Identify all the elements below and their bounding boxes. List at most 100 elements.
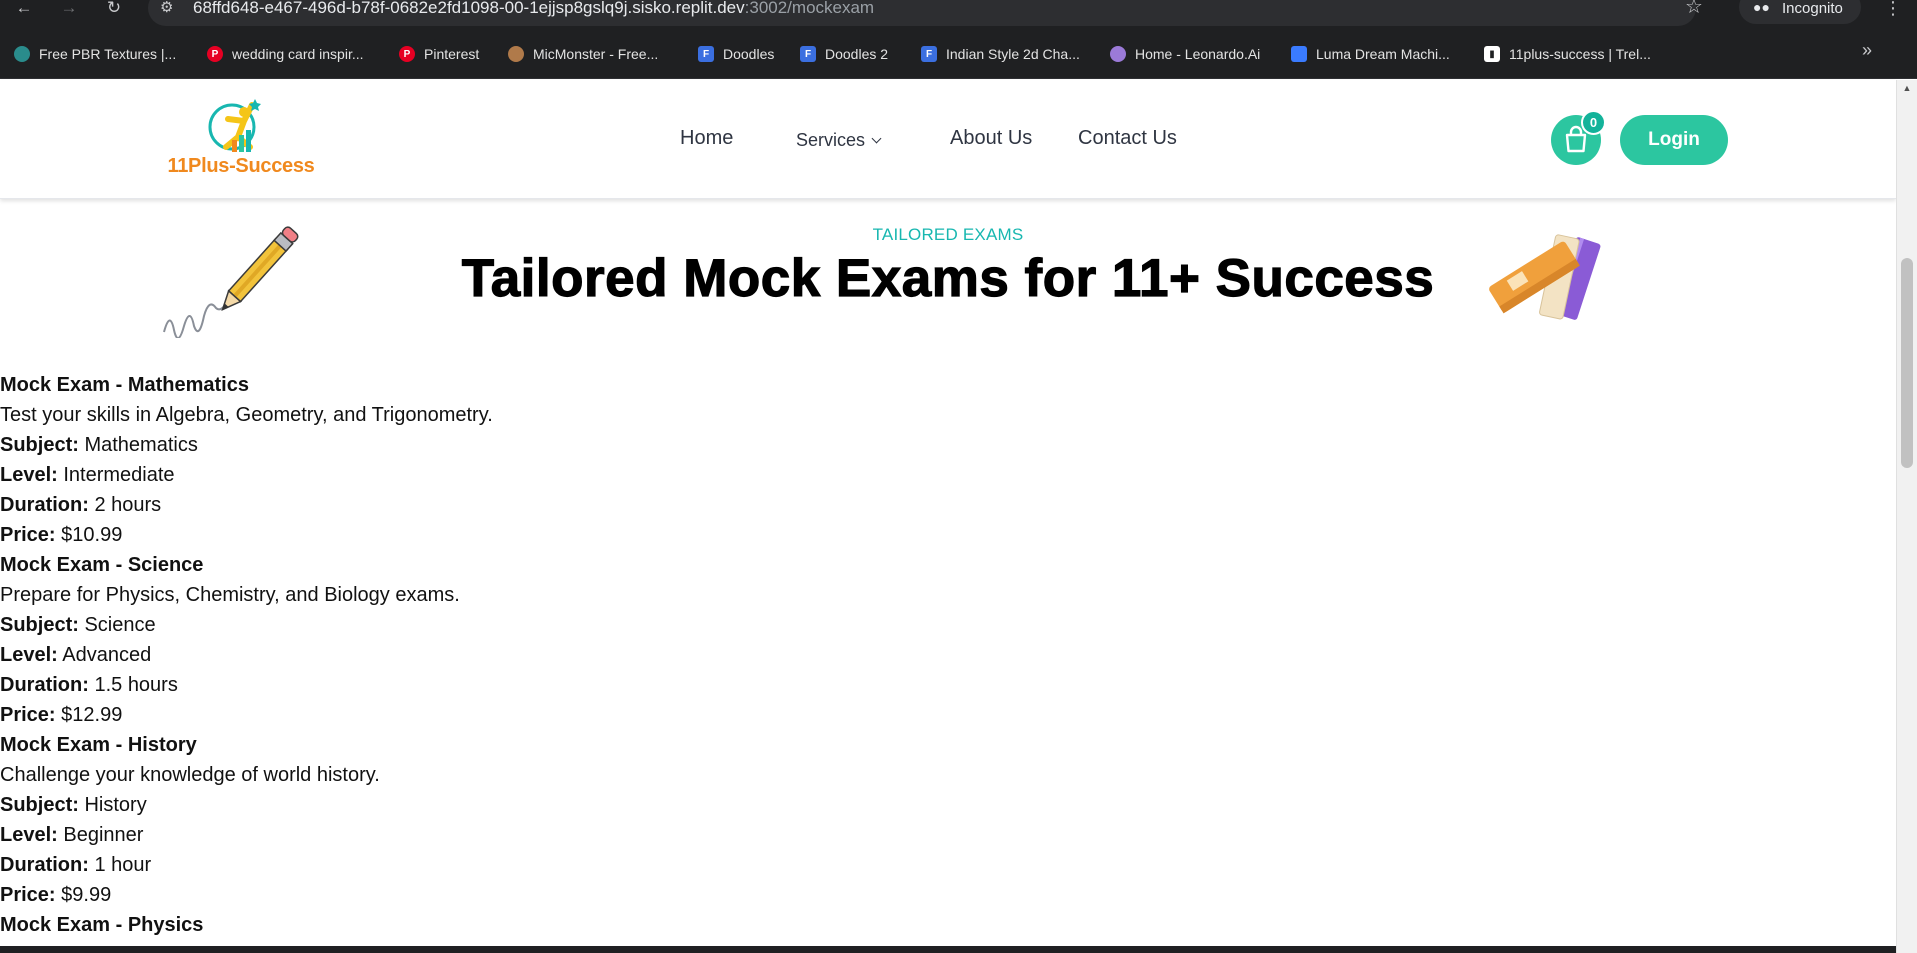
exam-card-history: Mock Exam - History Challenge your knowl… xyxy=(0,730,900,910)
bookmark-item[interactable]: Home - Leonardo.Ai xyxy=(1110,43,1260,65)
trello-icon: ▮ xyxy=(1484,46,1500,62)
bookmark-label: 11plus-success | Trel... xyxy=(1509,46,1651,62)
level-label: Level: xyxy=(0,824,58,846)
subject-value: Science xyxy=(84,614,156,636)
price-label: Price: xyxy=(0,704,56,726)
url-host: 68ffd648-e467-496d-b78f-0682e2fd1098-00-… xyxy=(193,0,745,17)
forward-arrow-icon[interactable]: → xyxy=(57,0,81,18)
level-label: Level: xyxy=(0,464,58,486)
exam-subject: Subject: Science xyxy=(0,610,900,640)
leonardo-icon xyxy=(1110,46,1126,62)
exam-title: Mock Exam - Mathematics xyxy=(0,374,249,396)
bookmark-item[interactable]: MicMonster - Free... xyxy=(508,43,658,65)
bookmark-item[interactable]: F Doodles xyxy=(698,43,774,65)
bookmark-label: Doodles 2 xyxy=(825,46,889,62)
more-bookmarks-icon[interactable]: » xyxy=(1862,40,1872,61)
bookmark-star-icon[interactable]: ☆ xyxy=(1685,0,1703,17)
bookmark-item[interactable]: Luma Dream Machi... xyxy=(1291,43,1450,65)
cart-count-badge: 0 xyxy=(1581,110,1606,135)
exam-title: Mock Exam - Physics xyxy=(0,914,204,936)
nav-services[interactable]: Services xyxy=(796,130,882,151)
level-label: Level: xyxy=(0,644,58,666)
exam-list: Mock Exam - Mathematics Test your skills… xyxy=(0,370,900,940)
duration-value: 1 hour xyxy=(94,854,152,876)
bookmark-label: Indian Style 2d Cha... xyxy=(946,46,1080,62)
exam-subject: Subject: History xyxy=(0,790,900,820)
forms-icon: F xyxy=(921,46,937,62)
duration-value: 1.5 hours xyxy=(94,674,178,696)
bookmark-item[interactable]: Free PBR Textures |... xyxy=(14,43,176,65)
forms-icon: F xyxy=(698,46,714,62)
exam-subject: Subject: Mathematics xyxy=(0,430,900,460)
nav-home[interactable]: Home xyxy=(680,127,733,150)
login-button[interactable]: Login xyxy=(1620,115,1728,165)
bookmark-label: MicMonster - Free... xyxy=(533,46,659,62)
price-value: $12.99 xyxy=(61,704,123,726)
duration-label: Duration: xyxy=(0,854,89,876)
nav-services-label: Services xyxy=(796,130,866,150)
exam-description: Test your skills in Algebra, Geometry, a… xyxy=(0,404,493,426)
subject-value: History xyxy=(84,794,147,816)
exam-duration: Duration: 1.5 hours xyxy=(0,670,900,700)
logo-figure-icon xyxy=(208,99,261,152)
exam-card-physics: Mock Exam - Physics xyxy=(0,910,900,940)
bookmark-item[interactable]: Pwedding card inspir... xyxy=(207,43,364,65)
scroll-up-icon[interactable]: ▲ xyxy=(1897,80,1917,97)
incognito-badge[interactable]: ●● Incognito xyxy=(1739,0,1861,24)
globe-icon xyxy=(14,46,30,62)
site-header: 11Plus-Success Home Services About Us Co… xyxy=(0,80,1896,199)
exam-description: Prepare for Physics, Chemistry, and Biol… xyxy=(0,584,460,606)
exam-level: Level: Beginner xyxy=(0,820,900,850)
incognito-icon: ●● xyxy=(1753,0,1770,15)
duration-value: 2 hours xyxy=(94,494,162,516)
price-label: Price: xyxy=(0,524,56,546)
level-value: Advanced xyxy=(62,644,152,666)
scrollbar-thumb[interactable] xyxy=(1901,258,1913,468)
bookmark-item[interactable]: F Indian Style 2d Cha... xyxy=(921,43,1080,65)
exam-price: Price: $9.99 xyxy=(0,880,900,910)
exam-description: Challenge your knowledge of world histor… xyxy=(0,764,380,786)
level-value: Beginner xyxy=(63,824,144,846)
site-info-icon[interactable]: ⚙ xyxy=(160,0,173,16)
exam-title: Mock Exam - History xyxy=(0,734,197,756)
bookmark-label: Pinterest xyxy=(424,46,480,62)
chevron-down-icon xyxy=(871,133,882,144)
subject-label: Subject: xyxy=(0,614,79,636)
reload-icon[interactable]: ↻ xyxy=(102,0,126,18)
mic-icon xyxy=(508,46,524,62)
luma-icon xyxy=(1291,46,1307,62)
nav-about[interactable]: About Us xyxy=(950,127,1032,150)
price-value: $9.99 xyxy=(61,884,112,906)
exam-card-science: Mock Exam - Science Prepare for Physics,… xyxy=(0,550,900,730)
exam-level: Level: Advanced xyxy=(0,640,900,670)
duration-label: Duration: xyxy=(0,674,89,696)
url-text[interactable]: 68ffd648-e467-496d-b78f-0682e2fd1098-00-… xyxy=(193,0,874,18)
exam-price: Price: $12.99 xyxy=(0,700,900,730)
browser-toolbar: ← → ↻ ⚙ 68ffd648-e467-496d-b78f-0682e2fd… xyxy=(0,0,1917,28)
bookmark-item[interactable]: ▮ 11plus-success | Trel... xyxy=(1484,43,1651,65)
nav-contact[interactable]: Contact Us xyxy=(1078,127,1177,150)
books-illustration xyxy=(1489,234,1601,320)
back-arrow-icon[interactable]: ← xyxy=(12,0,36,18)
pinterest-icon: P xyxy=(207,46,223,62)
exam-duration: Duration: 1 hour xyxy=(0,850,900,880)
exam-duration: Duration: 2 hours xyxy=(0,490,900,520)
bookmark-item[interactable]: F Doodles 2 xyxy=(800,43,888,65)
incognito-label: Incognito xyxy=(1782,0,1843,17)
duration-label: Duration: xyxy=(0,494,89,516)
browser-menu-icon[interactable]: ⋮ xyxy=(1884,0,1902,17)
page-scrollbar[interactable]: ▲ xyxy=(1896,80,1917,953)
level-value: Intermediate xyxy=(63,464,175,486)
bookmark-label: Doodles xyxy=(723,46,775,62)
bookmarks-bar: Free PBR Textures |... Pwedding card ins… xyxy=(0,28,1917,79)
bookmark-label: Free PBR Textures |... xyxy=(39,46,177,62)
price-label: Price: xyxy=(0,884,56,906)
subject-label: Subject: xyxy=(0,434,79,456)
bookmark-item[interactable]: P Pinterest xyxy=(399,43,479,65)
window-bottom-edge xyxy=(0,946,1896,953)
bookmark-label: Home - Leonardo.Ai xyxy=(1135,46,1261,62)
site-logo[interactable]: 11Plus-Success xyxy=(166,97,316,185)
subject-label: Subject: xyxy=(0,794,79,816)
forms-icon: F xyxy=(800,46,816,62)
logo-text: 11Plus-Success xyxy=(167,155,315,177)
